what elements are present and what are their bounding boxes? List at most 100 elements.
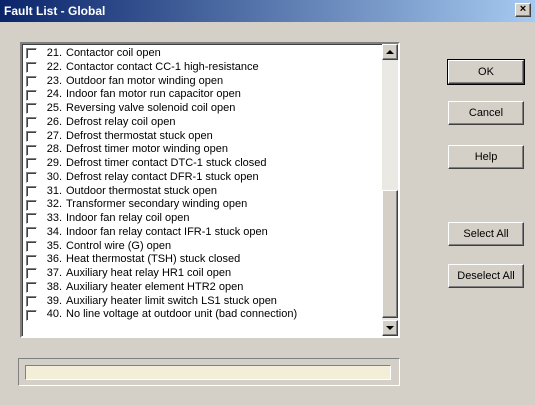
list-item[interactable]: 21. Contactor coil open [26,47,376,61]
fault-label: Reversing valve solenoid coil open [66,102,236,114]
fault-checkbox[interactable] [26,268,37,280]
scroll-down-button[interactable] [382,320,398,336]
fault-checkbox[interactable] [26,144,37,156]
fault-number: 32. [46,198,62,211]
list-item[interactable]: 26. Defrost relay coil open [26,116,376,130]
vertical-scrollbar[interactable] [382,44,398,336]
fault-checkbox[interactable] [26,185,37,197]
fault-label: Defrost relay coil open [66,115,176,128]
list-item[interactable]: 33. Indoor fan relay coil open [26,212,376,226]
fault-label: Heat thermostat (TSH) stuck closed [66,253,241,266]
fault-list-dialog: Fault List - Global × 21. Contactor coil … [0,0,535,405]
status-field [25,365,391,380]
list-item[interactable]: 22. Contactor contact CC-1 high-resistanc… [26,61,376,75]
select-all-button[interactable]: Select All [448,222,524,246]
fault-number: 38. [46,280,62,293]
close-button[interactable]: × [515,3,531,17]
fault-number: 25. [46,102,62,114]
fault-number: 35. [46,239,62,252]
fault-number: 34. [46,225,62,238]
list-item[interactable]: 32. Transformer secondary winding open [26,198,376,212]
fault-number: 36. [46,253,62,266]
fault-number: 33. [46,212,62,224]
fault-checkbox[interactable] [26,254,37,266]
fault-number: 30. [46,170,62,183]
fault-number: 39. [46,294,62,307]
fault-number: 28. [46,143,62,156]
fault-items-container: 21. Contactor coil open 22. Contactor conta… [26,47,376,322]
status-group [18,358,400,386]
list-item[interactable]: 29. Defrost timer contact DTC-1 stuck clo… [26,157,376,171]
fault-checkbox[interactable] [26,213,37,225]
fault-label: Auxiliary heat relay HR1 coil open [66,267,232,279]
fault-checkbox[interactable] [26,48,37,60]
list-item[interactable]: 31. Outdoor thermostat stuck open [26,185,376,199]
fault-checklist[interactable]: 21. Contactor coil open 22. Contactor conta… [20,42,400,338]
arrow-down-icon [386,326,394,330]
fault-checkbox[interactable] [26,240,37,252]
fault-number: 31. [46,184,62,197]
list-item[interactable]: 27. Defrost thermostat stuck open [26,130,376,144]
fault-number: 29. [46,157,62,169]
fault-number: 40. [46,308,62,321]
fault-label: Outdoor fan motor winding open [66,74,224,87]
list-item[interactable]: 30. Defrost relay contact DFR-1 stuck ope… [26,171,376,185]
fault-label: Indoor fan motor run capacitor open [66,88,241,101]
fault-label: Indoor fan relay contact IFR-1 stuck ope… [66,225,268,238]
deselect-all-button[interactable]: Deselect All [448,264,524,288]
list-item[interactable]: 25. Reversing valve solenoid coil open [26,102,376,116]
fault-label: Control wire (G) open [66,239,172,252]
help-button[interactable]: Help [448,145,524,169]
fault-label: Auxiliary heater element HTR2 open [66,280,244,293]
fault-number: 22. [46,60,62,73]
fault-checkbox[interactable] [26,295,37,307]
fault-label: Defrost timer motor winding open [66,143,229,156]
fault-label: Indoor fan relay coil open [66,212,190,224]
fault-checkbox[interactable] [26,117,37,129]
fault-label: No line voltage at outdoor unit (bad con… [66,308,298,321]
fault-number: 21. [46,47,62,59]
fault-checkbox[interactable] [26,172,37,184]
fault-number: 26. [46,115,62,128]
fault-checkbox[interactable] [26,227,37,239]
fault-label: Defrost thermostat stuck open [66,129,213,142]
arrow-up-icon [386,50,394,54]
scrollbar-thumb[interactable] [382,190,398,318]
window-title: Fault List - Global [4,4,106,18]
list-item[interactable]: 40. No line voltage at outdoor unit (bad … [26,308,376,322]
fault-number: 37. [46,267,62,279]
fault-label: Contactor coil open [66,47,161,59]
list-item[interactable]: 37. Auxiliary heat relay HR1 coil open [26,267,376,281]
fault-checkbox[interactable] [26,199,37,211]
list-item[interactable]: 38. Auxiliary heater element HTR2 open [26,281,376,295]
list-item[interactable]: 24. Indoor fan motor run capacitor open [26,88,376,102]
fault-number: 24. [46,88,62,101]
list-item[interactable]: 39. Auxiliary heater limit switch LS1 stu… [26,295,376,309]
fault-number: 27. [46,129,62,142]
fault-label: Auxiliary heater limit switch LS1 stuck … [66,294,277,307]
fault-checkbox[interactable] [26,282,37,294]
fault-label: Defrost relay contact DFR-1 stuck open [66,170,259,183]
fault-checkbox[interactable] [26,89,37,101]
fault-number: 23. [46,74,62,87]
fault-checkbox[interactable] [26,158,37,170]
fault-checkbox[interactable] [26,62,37,74]
cancel-button[interactable]: Cancel [448,101,524,125]
list-item[interactable]: 35. Control wire (G) open [26,240,376,254]
fault-checkbox[interactable] [26,309,37,321]
close-icon: × [519,3,527,15]
fault-checkbox[interactable] [26,103,37,115]
list-item[interactable]: 34. Indoor fan relay contact IFR-1 stuck … [26,226,376,240]
list-item[interactable]: 36. Heat thermostat (TSH) stuck closed [26,253,376,267]
fault-checkbox[interactable] [26,75,37,87]
title-bar: Fault List - Global × [0,0,535,22]
fault-checkbox[interactable] [26,130,37,142]
list-item[interactable]: 28. Defrost timer motor winding open [26,143,376,157]
fault-label: Contactor contact CC-1 high-resistance [66,60,259,73]
fault-label: Outdoor thermostat stuck open [66,184,218,197]
ok-button[interactable]: OK [447,59,525,85]
fault-label: Transformer secondary winding open [66,198,248,211]
list-item[interactable]: 23. Outdoor fan motor winding open [26,75,376,89]
fault-label: Defrost timer contact DTC-1 stuck closed [66,157,267,169]
scroll-up-button[interactable] [382,44,398,60]
